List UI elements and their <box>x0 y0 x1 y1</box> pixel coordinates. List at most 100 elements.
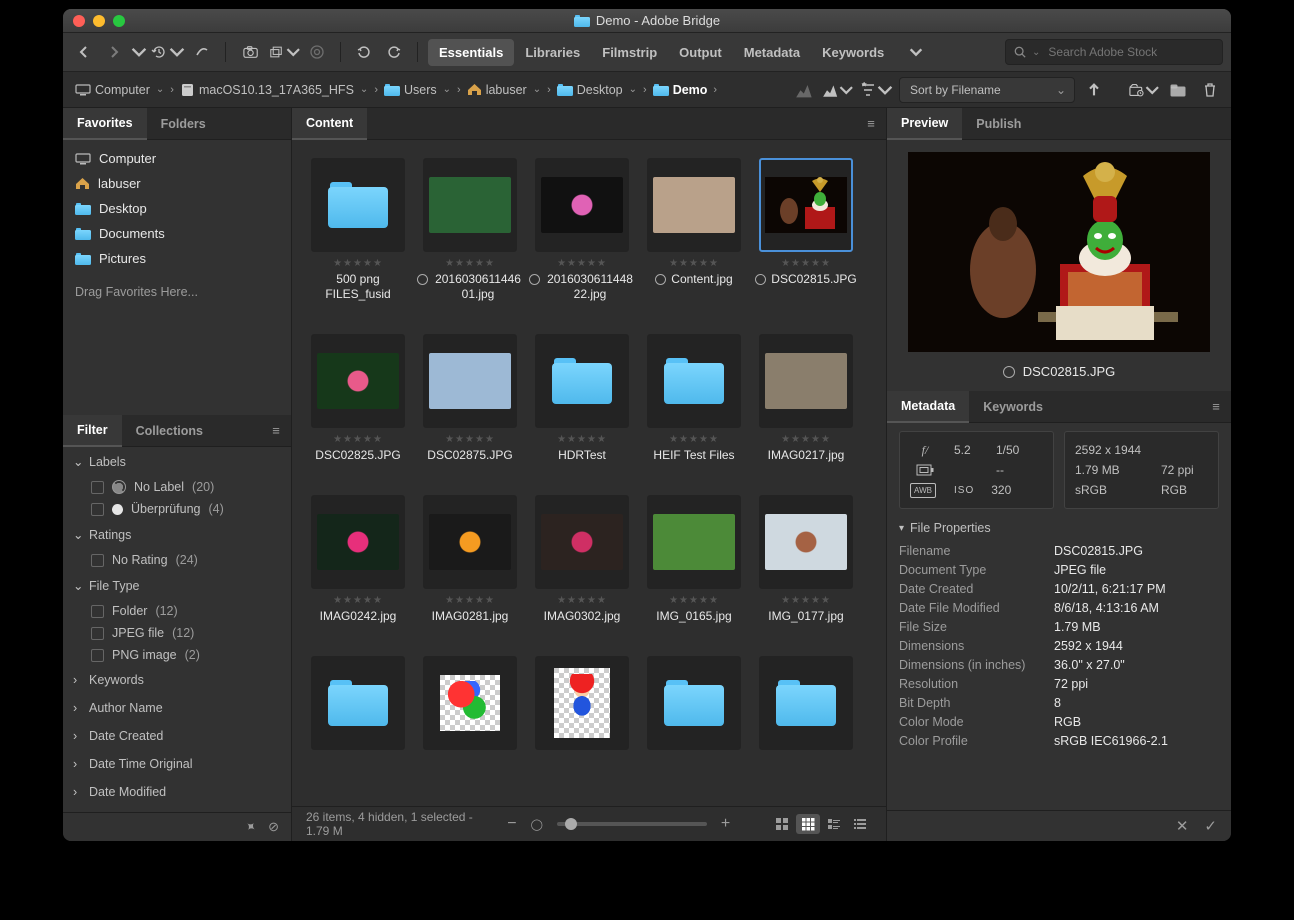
file-item[interactable]: ★★★★★IMAG0217.jpg <box>750 334 862 463</box>
content-grid[interactable]: ★★★★★500 png FILES_fusid★★★★★20160306114… <box>292 140 886 806</box>
tab-keywords[interactable]: Keywords <box>969 391 1057 422</box>
filter-item[interactable]: No Label (20) <box>63 476 291 498</box>
workspace-tab-metadata[interactable]: Metadata <box>733 39 811 66</box>
zoom-reset-icon[interactable]: ◯ <box>531 818 543 831</box>
filter-section-header[interactable]: ›Date Created <box>63 722 291 750</box>
file-item[interactable]: ★★★★★IMAG0242.jpg <box>302 495 414 624</box>
filter-panel-menu-icon[interactable]: ≡ <box>261 415 291 446</box>
file-item[interactable]: ★★★★★IMAG0281.jpg <box>414 495 526 624</box>
workspace-tab-essentials[interactable]: Essentials <box>428 39 514 66</box>
tab-collections[interactable]: Collections <box>122 415 217 446</box>
breadcrumb-item[interactable]: Desktop⌄ <box>553 81 641 99</box>
workspace-tab-libraries[interactable]: Libraries <box>514 39 591 66</box>
tab-favorites[interactable]: Favorites <box>63 108 147 140</box>
file-item[interactable]: ★★★★★201603061144822.jpg <box>526 158 638 302</box>
file-item[interactable]: ★★★★★IMG_0165.jpg <box>638 495 750 624</box>
content-panel-menu-icon[interactable]: ≡ <box>856 108 886 139</box>
favorites-item[interactable]: Desktop <box>63 196 291 221</box>
file-item[interactable] <box>414 656 526 750</box>
recent-button[interactable] <box>151 39 185 65</box>
thumbnail-quality-icon[interactable] <box>791 77 817 103</box>
view-grid-lock-icon[interactable] <box>770 814 794 834</box>
file-item[interactable]: ★★★★★Content.jpg <box>638 158 750 302</box>
new-folder-button[interactable] <box>1165 77 1191 103</box>
nav-back-button[interactable] <box>71 39 97 65</box>
zoom-slider[interactable] <box>557 822 707 826</box>
zoom-in-icon[interactable]: + <box>721 815 730 833</box>
open-recent-button[interactable] <box>1129 77 1159 103</box>
filter-section-header[interactable]: ›Author Name <box>63 694 291 722</box>
file-item[interactable]: ★★★★★DSC02815.JPG <box>750 158 862 302</box>
filter-section-header[interactable]: ⌄Labels <box>63 447 291 476</box>
filter-section-header[interactable]: ⌄File Type <box>63 571 291 600</box>
folder-item[interactable] <box>638 656 750 750</box>
tab-preview[interactable]: Preview <box>887 108 962 140</box>
apply-metadata-icon[interactable]: ✓ <box>1204 817 1217 835</box>
file-properties-header[interactable]: ▾File Properties <box>887 515 1231 541</box>
search-stock-field[interactable]: ⌄ <box>1005 39 1223 65</box>
search-dropdown-icon[interactable]: ⌄ <box>1032 47 1040 58</box>
rotate-cw-button[interactable] <box>381 39 407 65</box>
tab-folders[interactable]: Folders <box>147 108 220 139</box>
file-item[interactable]: ★★★★★IMG_0177.jpg <box>750 495 862 624</box>
breadcrumb-item[interactable]: macOS10.13_17A365_HFS⌄ <box>176 81 372 99</box>
batch-button[interactable] <box>270 39 300 65</box>
cancel-metadata-icon[interactable]: ✕ <box>1176 817 1189 835</box>
filter-item[interactable]: Überprüfung (4) <box>63 498 291 520</box>
filter-item[interactable]: JPEG file (12) <box>63 622 291 644</box>
folder-item[interactable]: ★★★★★HDRTest <box>526 334 638 463</box>
folder-item[interactable]: ★★★★★HEIF Test Files <box>638 334 750 463</box>
workspace-overflow-icon[interactable] <box>903 39 929 65</box>
nav-forward-button[interactable] <box>101 39 127 65</box>
tab-content[interactable]: Content <box>292 108 367 140</box>
search-input[interactable] <box>1046 44 1214 60</box>
open-camera-raw-button[interactable] <box>304 39 330 65</box>
filter-section-header[interactable]: ›Date Modified <box>63 778 291 806</box>
file-item[interactable]: ★★★★★DSC02825.JPG <box>302 334 414 463</box>
workspace-tab-keywords[interactable]: Keywords <box>811 39 895 66</box>
clear-filter-icon[interactable]: ⊘ <box>268 819 279 835</box>
pin-filter-icon[interactable]: ✦ <box>241 817 260 836</box>
thumbnail-prefer-icon[interactable] <box>823 77 853 103</box>
tab-publish[interactable]: Publish <box>962 108 1035 139</box>
file-item[interactable]: ★★★★★IMAG0302.jpg <box>526 495 638 624</box>
file-item[interactable]: ★★★★★201603061144601.jpg <box>414 158 526 302</box>
favorites-item[interactable]: Pictures <box>63 246 291 271</box>
breadcrumb-item[interactable]: Users⌄ <box>380 81 455 99</box>
tab-metadata[interactable]: Metadata <box>887 391 969 423</box>
filter-item[interactable]: PNG image (2) <box>63 644 291 666</box>
favorites-item[interactable]: labuser <box>63 171 291 196</box>
delete-button[interactable] <box>1197 77 1223 103</box>
favorites-item[interactable]: Documents <box>63 221 291 246</box>
workspace-tab-output[interactable]: Output <box>668 39 733 66</box>
breadcrumb-item[interactable]: Computer⌄ <box>71 81 168 99</box>
favorites-item[interactable]: Computer <box>63 146 291 171</box>
zoom-out-icon[interactable]: − <box>507 815 516 833</box>
folder-item[interactable]: ★★★★★500 png FILES_fusid <box>302 158 414 302</box>
filter-item[interactable]: Folder (12) <box>63 600 291 622</box>
nav-dropdown-icon[interactable] <box>131 39 147 65</box>
filter-section-header[interactable]: ›Date Time Original <box>63 750 291 778</box>
sort-direction-button[interactable] <box>1081 77 1107 103</box>
tab-filter[interactable]: Filter <box>63 415 122 447</box>
breadcrumb-item[interactable]: labuser⌄ <box>463 81 545 99</box>
breadcrumb-item[interactable]: Demo <box>649 81 712 99</box>
view-list-icon[interactable] <box>848 814 872 834</box>
folder-item[interactable] <box>302 656 414 750</box>
rotate-ccw-button[interactable] <box>351 39 377 65</box>
filter-section-header[interactable]: ›Keywords <box>63 666 291 694</box>
sort-select[interactable]: Sort by Filename <box>899 77 1075 103</box>
view-thumbnails-icon[interactable] <box>796 814 820 834</box>
filter-item[interactable]: No Rating (24) <box>63 549 291 571</box>
folder-item[interactable] <box>750 656 862 750</box>
view-details-icon[interactable] <box>822 814 846 834</box>
metadata-panel-menu-icon[interactable]: ≡ <box>1201 391 1231 422</box>
filter-section-header[interactable]: ⌄Ratings <box>63 520 291 549</box>
preview-image[interactable] <box>908 152 1210 352</box>
file-item[interactable]: ★★★★★DSC02875.JPG <box>414 334 526 463</box>
workspace-tab-filmstrip[interactable]: Filmstrip <box>591 39 668 66</box>
file-item[interactable] <box>526 656 638 750</box>
boomerang-button[interactable] <box>189 39 215 65</box>
get-photos-button[interactable] <box>236 39 266 65</box>
filter-rating-button[interactable] <box>859 77 893 103</box>
